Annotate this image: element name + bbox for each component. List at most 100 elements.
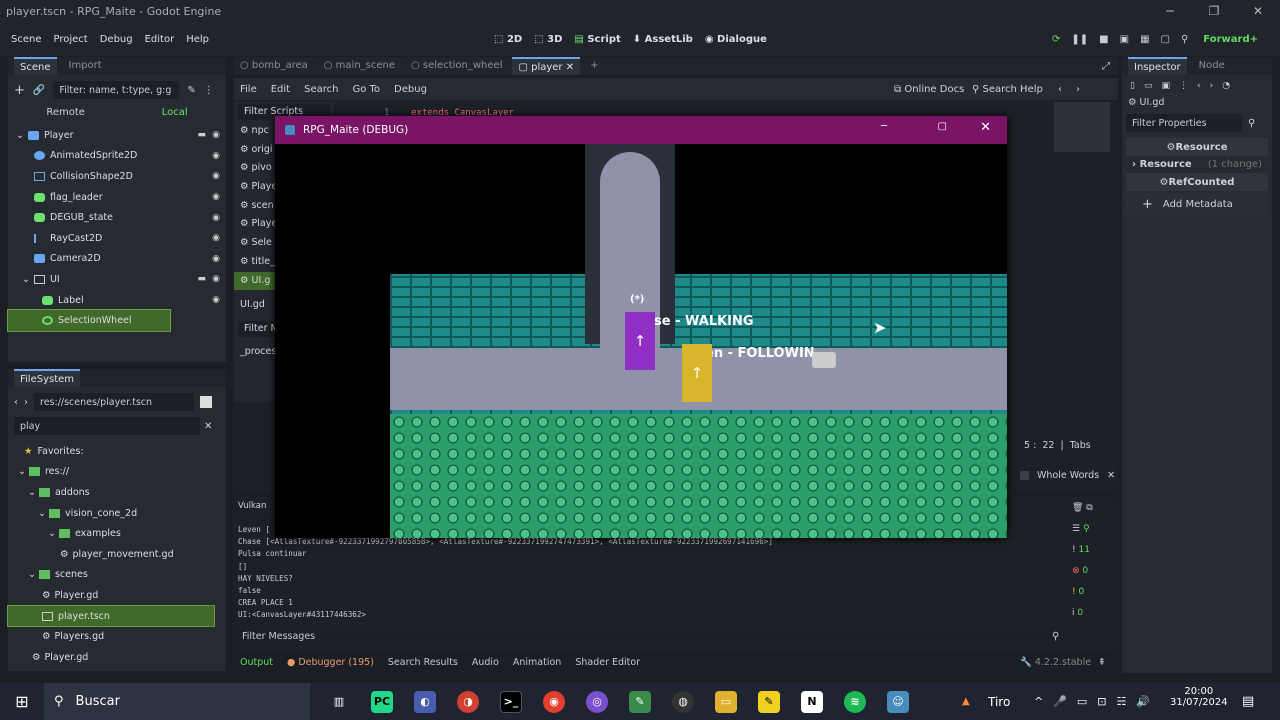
- folder-examples[interactable]: ⌄ examples: [8, 523, 226, 544]
- tab-output[interactable]: Output: [240, 657, 273, 668]
- movie-icon[interactable]: ▦: [1140, 34, 1149, 45]
- file-explorer-icon[interactable]: ▭: [715, 690, 737, 713]
- filter-search-icon[interactable]: ⚲: [1052, 631, 1059, 642]
- mode-assetlib-button[interactable]: ⬇ AssetLib: [633, 34, 693, 45]
- editor-icon[interactable]: ✎: [629, 690, 651, 713]
- chrome-icon[interactable]: ◉: [543, 690, 565, 713]
- folder-res[interactable]: ⌄ res://: [8, 462, 226, 483]
- mode-3d-button[interactable]: ⬚ 3D: [534, 34, 562, 45]
- github-icon[interactable]: ◎: [586, 690, 608, 713]
- folder-vision-cone[interactable]: ⌄ vision_cone_2d: [8, 503, 226, 524]
- folder-scenes[interactable]: ⌄ scenes: [8, 565, 226, 586]
- tab-player[interactable]: ▢ player ✕: [512, 57, 581, 75]
- tree-node-label[interactable]: Label ◉: [8, 290, 226, 311]
- open-icon[interactable]: ▭: [1144, 81, 1153, 91]
- weather-label[interactable]: Tiro: [988, 695, 1010, 709]
- tree-node-selectionwheel[interactable]: SelectionWheel: [7, 309, 171, 332]
- windows-start-icon[interactable]: ⊞: [0, 692, 44, 711]
- file-player-gd-root[interactable]: ⚙ Player.gd: [8, 647, 226, 668]
- tab-inspector[interactable]: Inspector: [1128, 57, 1187, 75]
- add-metadata-button[interactable]: + Add Metadata: [1126, 193, 1268, 215]
- more-icon[interactable]: ⋮: [204, 85, 214, 96]
- close-find-icon[interactable]: ✕: [1107, 470, 1115, 481]
- info-toggle[interactable]: i 0: [1072, 608, 1112, 618]
- game-maximize-icon[interactable]: ▢: [938, 121, 947, 132]
- script-icon[interactable]: ✎: [187, 85, 195, 96]
- mode-2d-button[interactable]: ⬚ 2D: [494, 34, 522, 45]
- back-icon[interactable]: ‹: [14, 397, 18, 408]
- online-docs-button[interactable]: ⧉ Online Docs: [894, 84, 964, 95]
- search-help-button[interactable]: ⚲ Search Help: [972, 84, 1043, 95]
- inspector-file[interactable]: ⚙ UI.gd: [1122, 97, 1272, 108]
- script-menu-goto[interactable]: Go To: [352, 84, 380, 95]
- tree-node-ui[interactable]: ⌄ UI ▬ ◉: [8, 269, 226, 290]
- script-menu-debug[interactable]: Debug: [394, 84, 427, 95]
- save-icon[interactable]: ▣: [1161, 81, 1170, 91]
- forward-icon[interactable]: ›: [24, 397, 28, 408]
- filter-messages-input[interactable]: Filter Messages: [236, 627, 1066, 645]
- code-minimap[interactable]: [1054, 102, 1110, 152]
- tab-bomb-area[interactable]: ○ bomb_area: [234, 57, 314, 75]
- tab-scene[interactable]: Scene: [14, 57, 57, 75]
- filter-properties-input[interactable]: Filter Properties: [1126, 114, 1242, 132]
- file-search-input[interactable]: play: [14, 417, 200, 435]
- reload-icon[interactable]: ⟳: [1052, 34, 1060, 45]
- tab-main-scene[interactable]: ○ main_scene: [318, 57, 401, 75]
- tab-shader-editor[interactable]: Shader Editor: [575, 657, 640, 668]
- folder-addons[interactable]: ⌄ addons: [8, 482, 226, 503]
- add-tab-icon[interactable]: +: [584, 57, 604, 75]
- pause-icon[interactable]: ❚❚: [1071, 34, 1088, 45]
- menu-project[interactable]: Project: [48, 34, 94, 45]
- back-icon[interactable]: ‹: [1197, 81, 1201, 91]
- minimize-icon[interactable]: ─: [1148, 0, 1192, 22]
- tab-audio[interactable]: Audio: [472, 657, 499, 668]
- distraction-free-icon[interactable]: ⤢: [1102, 61, 1110, 72]
- prev-script-icon[interactable]: ‹: [1058, 84, 1062, 95]
- file-players-gd[interactable]: ⚙ Players.gd: [8, 626, 226, 647]
- search-icon[interactable]: ⚲: [1181, 34, 1188, 45]
- close-icon[interactable]: ✕: [1236, 0, 1280, 22]
- tree-node-player[interactable]: ⌄ Player ▬ ◉: [8, 125, 226, 146]
- favorites-item[interactable]: ★ Favorites:: [8, 441, 226, 462]
- file-player-gd[interactable]: ⚙ Player.gd: [8, 585, 226, 606]
- game-minimize-icon[interactable]: ─: [881, 121, 887, 132]
- remote-debug-icon[interactable]: ▣: [1120, 34, 1129, 45]
- notes-icon[interactable]: ✎: [758, 690, 780, 713]
- tree-node-flag-leader[interactable]: flag_leader ◉: [8, 187, 226, 208]
- whole-words-checkbox[interactable]: [1020, 471, 1029, 480]
- notion-icon[interactable]: N: [801, 690, 823, 713]
- terminal-icon[interactable]: >_: [500, 690, 522, 713]
- file-player-tscn[interactable]: player.tscn: [7, 604, 215, 628]
- tree-node-animatedsprite[interactable]: AnimatedSprite2D ◉: [8, 146, 226, 167]
- scene-filter-input[interactable]: Filter: name, t:type, g:g: [53, 81, 180, 99]
- script-menu-search[interactable]: Search: [304, 84, 338, 95]
- mode-dialogue-button[interactable]: ◉ Dialogue: [705, 34, 767, 45]
- clear-icon[interactable]: ✕: [204, 421, 212, 432]
- forward-icon[interactable]: ›: [1210, 81, 1214, 91]
- tree-node-camera[interactable]: Camera2D ◉: [8, 249, 226, 270]
- expand-panel-icon[interactable]: ⇞: [1098, 657, 1106, 668]
- collapse-icon[interactable]: ☰ ⚲: [1072, 524, 1112, 534]
- add-node-icon[interactable]: +: [14, 83, 25, 98]
- notification-icon[interactable]: ▤: [1242, 694, 1254, 709]
- tab-node[interactable]: Node: [1193, 57, 1231, 75]
- file-player-movement[interactable]: ⚙ player_movement.gd: [8, 544, 226, 565]
- next-script-icon[interactable]: ›: [1076, 84, 1080, 95]
- resource-section[interactable]: › Resource (1 change): [1122, 156, 1272, 173]
- tree-node-degub-state[interactable]: DEGUB_state ◉: [8, 207, 226, 228]
- new-resource-icon[interactable]: ▯: [1130, 81, 1135, 91]
- spotify-icon[interactable]: ≋: [844, 690, 866, 713]
- stop-icon[interactable]: ■: [1099, 34, 1108, 45]
- clear-output-icon[interactable]: 🗑 ⧉: [1072, 503, 1112, 513]
- errors-toggle[interactable]: ⊗ 0: [1072, 566, 1112, 576]
- local-tab[interactable]: Local: [162, 107, 188, 118]
- godot-taskbar-icon[interactable]: ☺: [887, 690, 909, 713]
- game-close-icon[interactable]: ✕: [980, 120, 991, 135]
- script-menu-edit[interactable]: Edit: [271, 84, 290, 95]
- menu-help[interactable]: Help: [180, 34, 215, 45]
- tab-selection-wheel[interactable]: ○ selection_wheel: [405, 57, 508, 75]
- warnings-toggle[interactable]: ! 0: [1072, 587, 1112, 597]
- remote-tab[interactable]: Remote: [46, 107, 85, 118]
- menu-debug[interactable]: Debug: [94, 34, 139, 45]
- restore-icon[interactable]: ❐: [1192, 0, 1236, 22]
